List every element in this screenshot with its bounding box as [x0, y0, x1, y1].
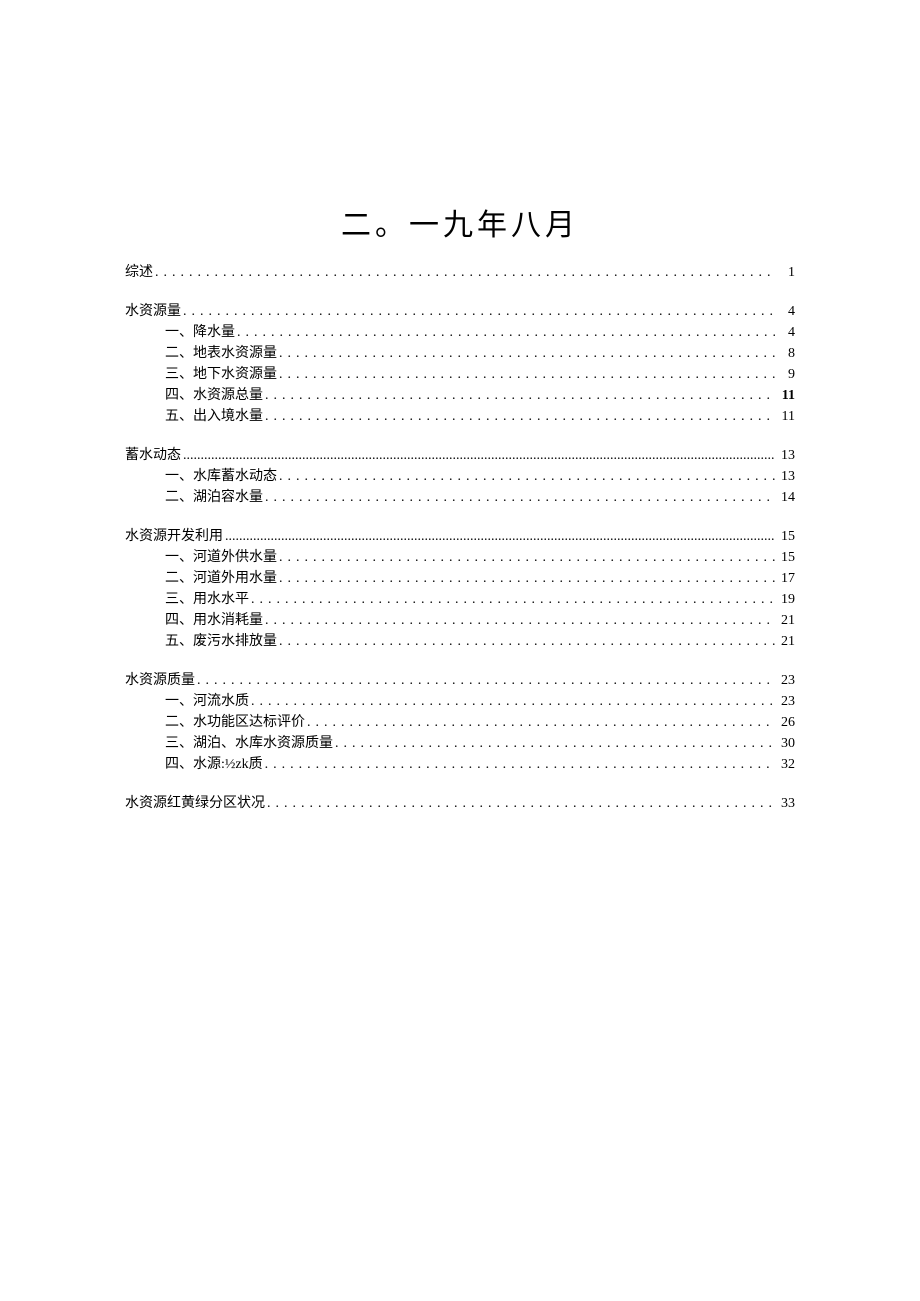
toc-page-number: 21 [777, 610, 795, 631]
toc-page-number: 17 [777, 568, 795, 589]
toc-page-number: 13 [777, 445, 795, 466]
toc-label: 四、水源:½zk质 [165, 754, 263, 775]
toc-entry: 水资源量 4 [125, 301, 795, 322]
toc-entry: 三、用水水平 19 [125, 589, 795, 610]
toc-label: 三、湖泊、水库水资源质量 [165, 733, 333, 754]
toc-page-number: 21 [777, 631, 795, 652]
toc-leader-dots [265, 385, 775, 399]
toc-label: 一、降水量 [165, 322, 235, 343]
toc-leader-dots [267, 793, 775, 807]
toc-entry: 五、出入境水量 11 [125, 406, 795, 427]
toc-page-number: 8 [777, 343, 795, 364]
toc-label: 二、湖泊容水量 [165, 487, 263, 508]
toc-label: 水资源开发利用 [125, 526, 223, 547]
toc-label: 水资源质量 [125, 670, 195, 691]
toc-entry: 五、废污水排放量 21 [125, 631, 795, 652]
toc-label: 四、水资源总量 [165, 385, 263, 406]
toc-label: 水资源量 [125, 301, 181, 322]
toc-label: 一、水库蓄水动态 [165, 466, 277, 487]
toc-entry: 二、湖泊容水量 14 [125, 487, 795, 508]
toc-entry: 四、用水消耗量 21 [125, 610, 795, 631]
toc-label: 一、河流水质 [165, 691, 249, 712]
toc-entry: 四、水资源总量 11 [125, 385, 795, 406]
toc-entry: 水资源开发利用 15 [125, 526, 795, 547]
toc-page-number: 15 [777, 547, 795, 568]
toc-leader-dots [197, 670, 775, 684]
toc-entry: 四、水源:½zk质 32 [125, 754, 795, 775]
toc-entry: 三、地下水资源量 9 [125, 364, 795, 385]
toc-leader-dots [279, 568, 775, 582]
toc-page-number: 11 [777, 406, 795, 427]
toc-page-number: 32 [777, 754, 795, 775]
toc-leader-dots [279, 364, 775, 378]
toc-page-number: 30 [777, 733, 795, 754]
toc-leader-dots [265, 406, 775, 420]
toc-label: 四、用水消耗量 [165, 610, 263, 631]
toc-leader-dots [183, 301, 775, 315]
toc-label: 五、出入境水量 [165, 406, 263, 427]
toc-label: 一、河道外供水量 [165, 547, 277, 568]
toc-entry: 一、水库蓄水动态 13 [125, 466, 795, 487]
toc-page-number: 11 [777, 385, 795, 406]
toc-page-number: 23 [777, 691, 795, 712]
toc-page-number: 4 [777, 301, 795, 322]
toc-page-number: 19 [777, 589, 795, 610]
toc-label: 三、地下水资源量 [165, 364, 277, 385]
toc-page-number: 23 [777, 670, 795, 691]
toc-page-number: 13 [777, 466, 795, 487]
toc-leader-dots [265, 487, 775, 501]
toc-page-number: 14 [777, 487, 795, 508]
toc-leader-dots [279, 631, 775, 645]
toc-leader-dots [225, 526, 775, 540]
toc-entry: 一、河道外供水量 15 [125, 547, 795, 568]
toc-leader-dots [265, 610, 775, 624]
toc-entry: 一、降水量 4 [125, 322, 795, 343]
toc-page-number: 26 [777, 712, 795, 733]
toc-label: 二、河道外用水量 [165, 568, 277, 589]
toc-leader-dots [279, 343, 775, 357]
toc-leader-dots [237, 322, 775, 336]
toc-page-number: 15 [777, 526, 795, 547]
toc-leader-dots [307, 712, 775, 726]
toc-page-number: 33 [777, 793, 795, 814]
toc-entry: 蓄水动态 13 [125, 445, 795, 466]
toc-page-number: 4 [777, 322, 795, 343]
toc-label: 二、地表水资源量 [165, 343, 277, 364]
toc-entry: 二、水功能区达标评价 26 [125, 712, 795, 733]
toc-label: 蓄水动态 [125, 445, 181, 466]
toc-entry: 水资源质量 23 [125, 670, 795, 691]
toc-leader-dots [251, 589, 775, 603]
table-of-contents: 综述 1 水资源量 4 一、降水量 4 二、地表水资源量 8 三、地下水资源量 9 四、水资源总量 1… [125, 262, 795, 814]
toc-entry: 三、湖泊、水库水资源质量 30 [125, 733, 795, 754]
toc-leader-dots [279, 547, 775, 561]
toc-leader-dots [265, 754, 775, 768]
toc-entry: 水资源红黄绿分区状况 33 [125, 793, 795, 814]
toc-leader-dots [155, 262, 775, 276]
toc-entry: 综述 1 [125, 262, 795, 283]
toc-label: 二、水功能区达标评价 [165, 712, 305, 733]
toc-label: 水资源红黄绿分区状况 [125, 793, 265, 814]
toc-entry: 二、河道外用水量 17 [125, 568, 795, 589]
toc-page-number: 1 [777, 262, 795, 283]
toc-label: 三、用水水平 [165, 589, 249, 610]
toc-entry: 一、河流水质 23 [125, 691, 795, 712]
toc-leader-dots [279, 466, 775, 480]
toc-label: 五、废污水排放量 [165, 631, 277, 652]
document-title: 二。一九年八月 [125, 200, 795, 244]
toc-label: 综述 [125, 262, 153, 283]
toc-page-number: 9 [777, 364, 795, 385]
toc-leader-dots [335, 733, 775, 747]
toc-leader-dots [251, 691, 775, 705]
toc-entry: 二、地表水资源量 8 [125, 343, 795, 364]
toc-leader-dots [183, 445, 775, 459]
